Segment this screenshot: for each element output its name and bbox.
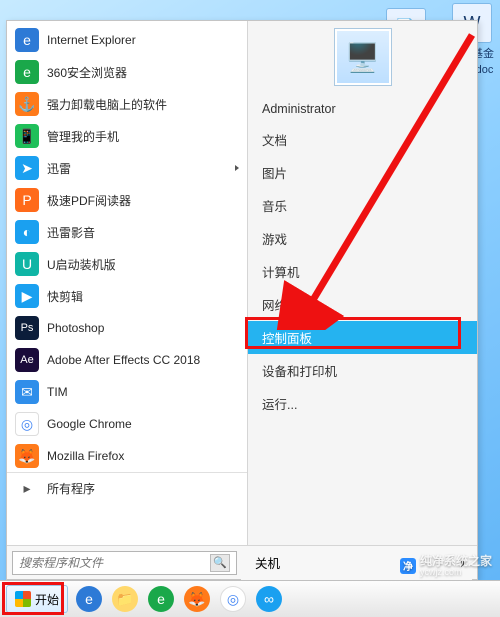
- right-item-label: Administrator: [262, 102, 336, 116]
- app-item[interactable]: ✉ TIM: [7, 376, 247, 408]
- app-item[interactable]: e 360安全浏览器: [7, 56, 247, 88]
- app-item[interactable]: 🦊 Mozilla Firefox: [7, 440, 247, 472]
- app-item[interactable]: ⚓ 强力卸载电脑上的软件: [7, 88, 247, 120]
- xunlei-video-icon: ◐: [15, 220, 39, 244]
- right-menu-list: Administrator 文档 图片 音乐 游戏 计算机 网络 控制面板 设备…: [248, 95, 477, 420]
- app-label: 管理我的手机: [47, 128, 119, 145]
- start-menu: e Internet Explorer e 360安全浏览器 ⚓ 强力卸载电脑上的软件…: [6, 20, 478, 580]
- ie-icon: e: [15, 28, 39, 52]
- 360-browser-icon: e: [15, 60, 39, 84]
- right-item-label: 图片: [262, 167, 287, 181]
- taskbar-360-icon[interactable]: e: [148, 586, 174, 612]
- app-label: 迅雷: [47, 160, 71, 177]
- right-item-devices-printers[interactable]: 设备和打印机: [248, 354, 477, 387]
- right-item-network[interactable]: 网络: [248, 288, 477, 321]
- taskbar-explorer-icon[interactable]: 📁: [112, 586, 138, 612]
- user-picture[interactable]: 🖥️: [335, 29, 391, 85]
- app-item[interactable]: P 极速PDF阅读器: [7, 184, 247, 216]
- right-item-label: 音乐: [262, 200, 287, 214]
- taskbar-firefox-icon[interactable]: 🦊: [184, 586, 210, 612]
- phone-mgr-icon: 📱: [15, 124, 39, 148]
- right-item-label: 计算机: [262, 266, 300, 280]
- right-item-label: 网络: [262, 299, 287, 313]
- app-item[interactable]: U U启动装机版: [7, 248, 247, 280]
- taskbar-chrome-icon[interactable]: ◎: [220, 586, 246, 612]
- app-item[interactable]: 📱 管理我的手机: [7, 120, 247, 152]
- app-label: 快剪辑: [47, 288, 83, 305]
- user-avatar-icon: 🖥️: [345, 41, 380, 74]
- watermark: 净 纯净系统之家 ycwjz.com: [400, 555, 492, 577]
- app-label: Photoshop: [47, 321, 104, 335]
- right-item-label: 文档: [262, 134, 287, 148]
- app-item[interactable]: ➤ 迅雷: [7, 152, 247, 184]
- firefox-icon: 🦊: [15, 444, 39, 468]
- app-label: 360安全浏览器: [47, 64, 127, 81]
- windows-logo-icon: [15, 591, 31, 607]
- pdf-reader-icon: P: [15, 188, 39, 212]
- all-programs-label: 所有程序: [47, 480, 95, 497]
- watermark-logo-icon: 净: [400, 558, 416, 574]
- search-icon: 🔍: [210, 554, 230, 572]
- app-item[interactable]: Ae Adobe After Effects CC 2018: [7, 344, 247, 376]
- app-label: 强力卸载电脑上的软件: [47, 96, 167, 113]
- start-menu-left-pane: e Internet Explorer e 360安全浏览器 ⚓ 强力卸载电脑上的软件…: [7, 21, 248, 545]
- app-label: Google Chrome: [47, 417, 132, 431]
- app-item[interactable]: e Internet Explorer: [7, 24, 247, 56]
- right-item-documents[interactable]: 文档: [248, 123, 477, 156]
- search-input[interactable]: [19, 556, 204, 570]
- app-label: Adobe After Effects CC 2018: [47, 353, 200, 367]
- uninstall-icon: ⚓: [15, 92, 39, 116]
- all-programs-icon: ▸: [15, 477, 39, 501]
- app-label: U启动装机版: [47, 256, 116, 273]
- start-menu-right-pane: 🖥️ Administrator 文档 图片 音乐 游戏 计算机 网络 控制面板…: [248, 21, 477, 545]
- app-item[interactable]: Ps Photoshop: [7, 312, 247, 344]
- start-button[interactable]: 开始: [6, 585, 68, 613]
- search-box[interactable]: 🔍: [12, 551, 237, 575]
- shutdown-label: 关机: [255, 553, 280, 572]
- app-label: Mozilla Firefox: [47, 449, 124, 463]
- after-effects-icon: Ae: [15, 348, 39, 372]
- taskbar-other-icon[interactable]: ∞: [256, 586, 282, 612]
- watermark-text: 纯净系统之家: [420, 555, 492, 568]
- xunlei-icon: ➤: [15, 156, 39, 180]
- right-item-pictures[interactable]: 图片: [248, 156, 477, 189]
- right-item-control-panel[interactable]: 控制面板: [248, 321, 477, 354]
- app-label: 极速PDF阅读器: [47, 192, 131, 209]
- app-list: e Internet Explorer e 360安全浏览器 ⚓ 强力卸载电脑上的软件…: [7, 21, 247, 545]
- all-programs[interactable]: ▸ 所有程序: [7, 472, 247, 504]
- start-label: 开始: [35, 591, 59, 608]
- submenu-arrow-icon: [235, 165, 239, 171]
- right-item-music[interactable]: 音乐: [248, 189, 477, 222]
- right-item-administrator[interactable]: Administrator: [248, 95, 477, 123]
- watermark-url: ycwjz.com: [420, 568, 492, 577]
- right-item-computer[interactable]: 计算机: [248, 255, 477, 288]
- uqidong-icon: U: [15, 252, 39, 276]
- kuaijianji-icon: ▶: [15, 284, 39, 308]
- right-item-label: 设备和打印机: [262, 365, 337, 379]
- right-item-run[interactable]: 运行...: [248, 387, 477, 420]
- right-item-label: 运行...: [262, 398, 297, 412]
- right-item-games[interactable]: 游戏: [248, 222, 477, 255]
- app-item[interactable]: ◐ 迅雷影音: [7, 216, 247, 248]
- taskbar: 开始 e 📁 e 🦊 ◎ ∞: [0, 580, 500, 617]
- photoshop-icon: Ps: [15, 316, 39, 340]
- taskbar-ie-icon[interactable]: e: [76, 586, 102, 612]
- app-label: 迅雷影音: [47, 224, 95, 241]
- app-label: Internet Explorer: [47, 33, 136, 47]
- taskbar-pinned-icons: e 📁 e 🦊 ◎ ∞: [76, 586, 282, 612]
- app-item[interactable]: ▶ 快剪辑: [7, 280, 247, 312]
- right-item-label: 控制面板: [262, 332, 312, 346]
- app-label: TIM: [47, 385, 68, 399]
- right-item-label: 游戏: [262, 233, 287, 247]
- chrome-icon: ◎: [15, 412, 39, 436]
- tim-icon: ✉: [15, 380, 39, 404]
- start-menu-body: e Internet Explorer e 360安全浏览器 ⚓ 强力卸载电脑上的软件…: [7, 21, 477, 545]
- app-item[interactable]: ◎ Google Chrome: [7, 408, 247, 440]
